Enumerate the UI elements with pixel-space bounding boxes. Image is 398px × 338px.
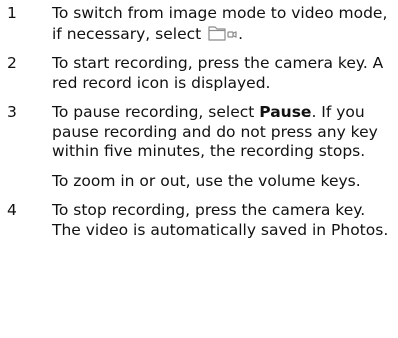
step-number: 1 bbox=[7, 4, 17, 22]
step-number: 4 bbox=[7, 201, 17, 219]
step-2: 2 To start recording, press the camera k… bbox=[0, 54, 398, 93]
step-body: To pause recording, select Pause. If you… bbox=[52, 103, 398, 191]
step-text: To switch from image mode to video mode,… bbox=[52, 4, 398, 44]
step-body: To start recording, press the camera key… bbox=[52, 54, 398, 93]
step-text: To pause recording, select Pause. If you… bbox=[52, 103, 398, 162]
step-body: To switch from image mode to video mode,… bbox=[52, 4, 398, 44]
step-extra-text: To zoom in or out, use the volume keys. bbox=[52, 171, 361, 190]
step-text-before-bold: To pause recording, select bbox=[52, 103, 260, 121]
step-4: 4 To stop recording, press the camera ke… bbox=[0, 201, 398, 240]
step-text: To start recording, press the camera key… bbox=[52, 54, 384, 92]
step-1: 1 To switch from image mode to video mod… bbox=[0, 4, 398, 44]
step-text: To stop recording, press the camera key.… bbox=[52, 201, 389, 239]
step-text-after-icon: . bbox=[238, 24, 244, 43]
step-body: To stop recording, press the camera key.… bbox=[52, 201, 398, 240]
instruction-list: 1 To switch from image mode to video mod… bbox=[0, 4, 398, 250]
step-number: 2 bbox=[7, 54, 17, 72]
step-number: 3 bbox=[7, 103, 17, 121]
step-3: 3 To pause recording, select Pause. If y… bbox=[0, 103, 398, 191]
pause-command-label: Pause bbox=[259, 103, 312, 121]
video-mode-icon bbox=[208, 24, 238, 42]
